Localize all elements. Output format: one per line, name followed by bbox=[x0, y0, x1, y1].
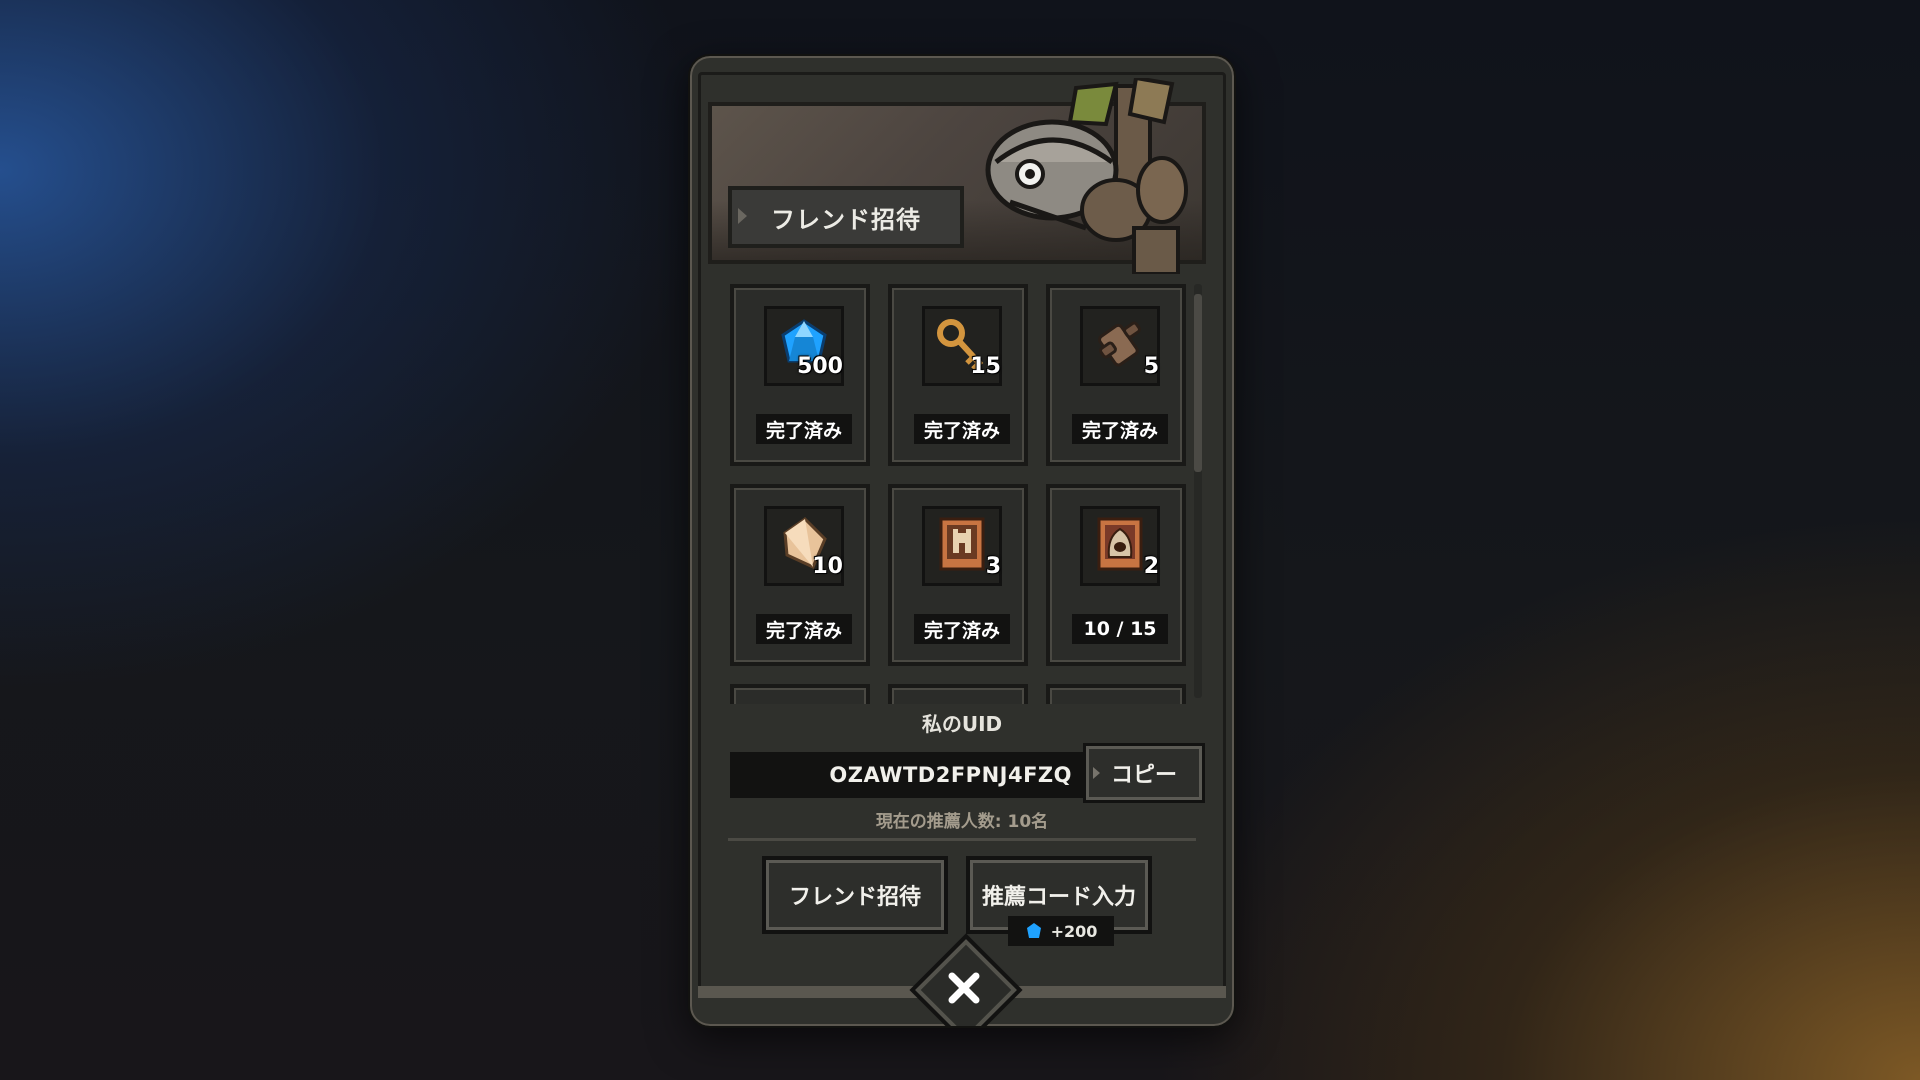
code-bonus-badge: +200 bbox=[1008, 916, 1114, 946]
hooded-hero-card-icon bbox=[1097, 517, 1143, 571]
reward-card-partial[interactable] bbox=[1046, 684, 1186, 704]
reward-status: 完了済み bbox=[756, 614, 852, 644]
mascot-illustration bbox=[985, 78, 1188, 274]
reward-icon-frame: 500 bbox=[764, 306, 844, 386]
copy-button-label: コピー bbox=[1110, 763, 1177, 788]
reward-count: 5 bbox=[1143, 354, 1159, 379]
reward-scrollbar[interactable] bbox=[1194, 284, 1202, 698]
reward-card[interactable]: 500 完了済み bbox=[730, 284, 870, 466]
reward-icon-frame: 2 bbox=[1080, 506, 1160, 586]
code-button-label: 推薦コード入力 bbox=[981, 885, 1136, 910]
reward-status: 完了済み bbox=[1072, 414, 1168, 444]
close-icon[interactable] bbox=[932, 956, 996, 1020]
copy-uid-button[interactable]: コピー bbox=[1086, 746, 1202, 800]
scroll-icon bbox=[1098, 321, 1141, 367]
reward-icon-frame: 3 bbox=[922, 506, 1002, 586]
reward-count: 15 bbox=[970, 354, 1001, 379]
reward-card[interactable]: 2 10 / 15 bbox=[1046, 484, 1186, 666]
uid-label: 私のUID bbox=[921, 712, 1003, 736]
reward-icon-frame: 5 bbox=[1080, 306, 1160, 386]
uid-field: OZAWTD2FPNJ4FZQ bbox=[730, 752, 1090, 798]
reward-status: 10 / 15 bbox=[1072, 614, 1168, 644]
reward-status: 完了済み bbox=[914, 614, 1010, 644]
scrollbar-thumb[interactable] bbox=[1194, 294, 1202, 472]
castle-card-icon bbox=[939, 517, 985, 571]
reward-count: 3 bbox=[985, 554, 1001, 579]
reward-card[interactable]: 5 完了済み bbox=[1046, 284, 1186, 466]
reward-status: 完了済み bbox=[756, 414, 852, 444]
code-bonus-value: +200 bbox=[1050, 921, 1098, 941]
reward-grid[interactable]: 500 完了済み 15 完了済み 5 完了済み 10 完了済み 3 完了済み 2… bbox=[730, 284, 1190, 704]
blue-gem-icon bbox=[1026, 923, 1041, 938]
invite-button-label: フレンド招待 bbox=[788, 885, 921, 910]
friend-invite-dialog: フレンド招待 500 完了済み 15 完了済み 5 完了済み 10 完了済み 3… bbox=[688, 54, 1236, 1028]
reward-card[interactable]: 3 完了済み bbox=[888, 484, 1028, 666]
reward-card[interactable]: 10 完了済み bbox=[730, 484, 870, 666]
reward-count: 10 bbox=[812, 554, 843, 579]
reward-icon-frame: 15 bbox=[922, 306, 1002, 386]
reward-card[interactable]: 15 完了済み bbox=[888, 284, 1028, 466]
reward-card-partial[interactable] bbox=[888, 684, 1028, 704]
reward-icon-frame: 10 bbox=[764, 506, 844, 586]
referral-count-text: 現在の推薦人数: 10名 bbox=[875, 812, 1049, 832]
reward-card-partial[interactable] bbox=[730, 684, 870, 704]
divider bbox=[728, 838, 1196, 841]
invite-friend-button[interactable]: フレンド招待 bbox=[766, 860, 944, 930]
reward-count: 2 bbox=[1143, 554, 1159, 579]
dialog-header-banner: フレンド招待 bbox=[708, 78, 1206, 274]
reward-status: 完了済み bbox=[914, 414, 1010, 444]
dialog-title: フレンド招待 bbox=[728, 186, 964, 248]
reward-count: 500 bbox=[797, 354, 843, 379]
